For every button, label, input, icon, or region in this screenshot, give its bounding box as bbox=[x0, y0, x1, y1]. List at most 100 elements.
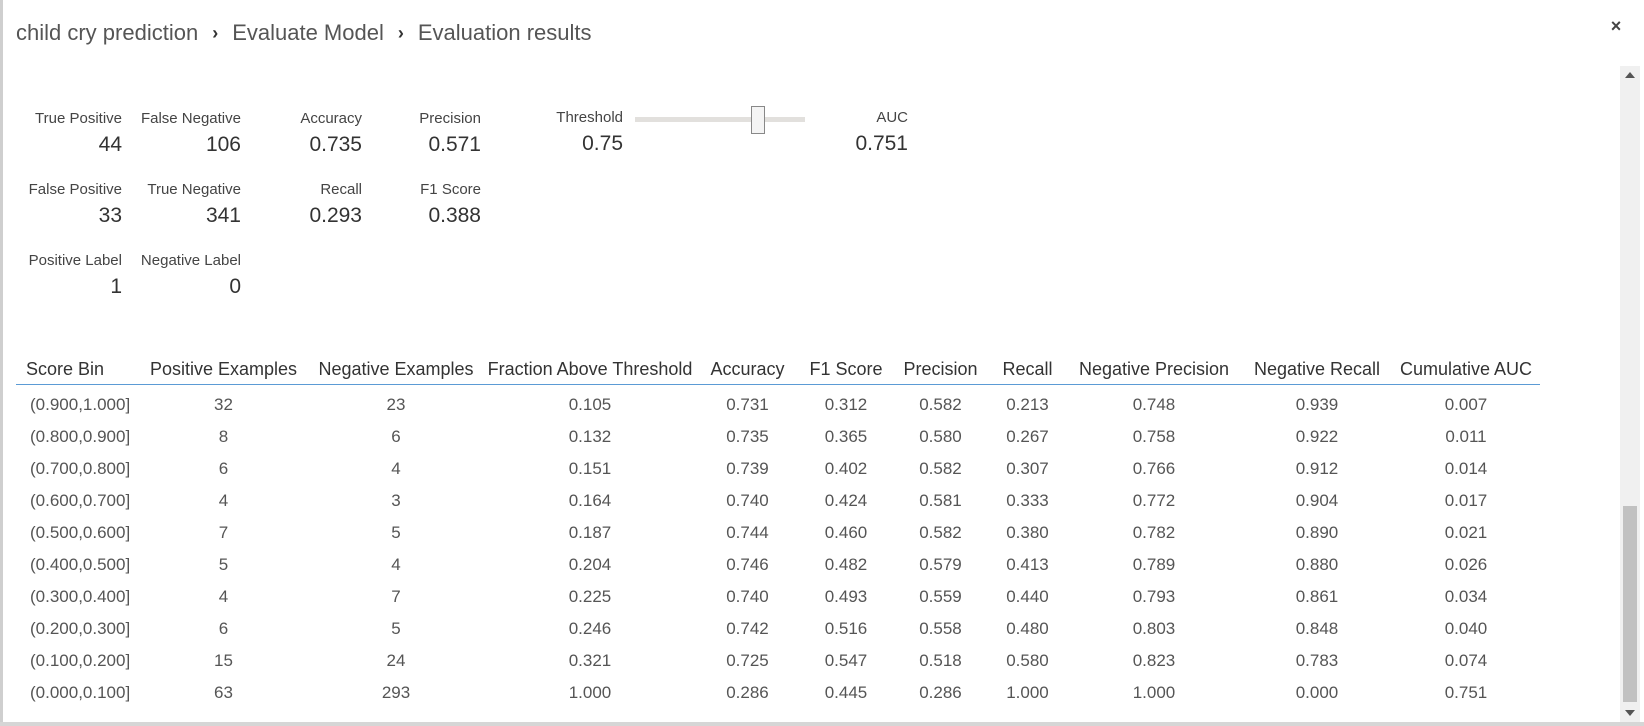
column-header[interactable]: Negative Recall bbox=[1242, 352, 1392, 385]
column-header[interactable]: Accuracy bbox=[695, 352, 800, 385]
metric-false-negative: False Negative 106 bbox=[136, 110, 241, 157]
breadcrumb-item-module[interactable]: Evaluate Model bbox=[232, 20, 384, 46]
table-cell: 0.904 bbox=[1295, 491, 1339, 510]
metric-value: 0.751 bbox=[855, 132, 908, 155]
slider-handle[interactable] bbox=[751, 106, 765, 134]
threshold-slider[interactable] bbox=[635, 106, 805, 134]
window-bottom-edge bbox=[0, 722, 1644, 726]
table-cell: 0.000 bbox=[1295, 683, 1339, 702]
table-row: (0.700,0.800] 6 4 0.151 0.739 0.402 0.582 0.307… bbox=[16, 453, 1540, 485]
column-header[interactable]: Negative Precision bbox=[1066, 352, 1242, 385]
score-bin-table: Score Bin Positive Examples Negative Examp… bbox=[16, 352, 1540, 709]
table-cell: (0.800,0.900] bbox=[30, 427, 131, 446]
table-cell: (0.700,0.800] bbox=[30, 459, 131, 478]
table-cell: 4 bbox=[218, 587, 229, 606]
table-cell: 0.793 bbox=[1132, 587, 1176, 606]
table-cell: 0.460 bbox=[824, 523, 868, 542]
close-icon[interactable]: × bbox=[1606, 14, 1626, 38]
slider-track[interactable] bbox=[635, 117, 805, 122]
table-cell: 4 bbox=[218, 491, 229, 510]
table-cell: 0.823 bbox=[1132, 651, 1176, 670]
column-header[interactable]: Positive Examples bbox=[140, 352, 307, 385]
table-cell: 0.151 bbox=[568, 459, 612, 478]
table-cell: 0.848 bbox=[1295, 619, 1339, 638]
metric-auc: AUC 0.751 bbox=[830, 109, 908, 156]
table-cell: (0.900,1.000] bbox=[30, 395, 131, 414]
scroll-down-arrow-icon[interactable] bbox=[1620, 704, 1640, 722]
table-cell: 0.307 bbox=[1006, 459, 1049, 478]
table-cell: 4 bbox=[391, 459, 401, 478]
table-cell: 7 bbox=[391, 587, 401, 606]
table-cell: (0.100,0.200] bbox=[30, 651, 131, 670]
table-cell: 5 bbox=[218, 555, 229, 574]
scrollbar-thumb[interactable] bbox=[1623, 506, 1637, 702]
table-cell: 0.321 bbox=[568, 651, 612, 670]
metric-label: Precision bbox=[419, 110, 481, 127]
table-cell: 0.413 bbox=[1006, 555, 1049, 574]
table-row: (0.800,0.900] 8 6 0.132 0.735 0.365 0.580 0.267… bbox=[16, 421, 1540, 453]
table-cell: 0.034 bbox=[1444, 587, 1488, 606]
metric-accuracy: Accuracy 0.735 bbox=[282, 110, 362, 157]
breadcrumb-item-experiment[interactable]: child cry prediction bbox=[16, 20, 198, 46]
column-header[interactable]: Score Bin bbox=[16, 352, 140, 385]
column-header[interactable]: Fraction Above Threshold bbox=[485, 352, 695, 385]
table-cell: 0.582 bbox=[919, 395, 962, 414]
column-header[interactable]: Recall bbox=[989, 352, 1066, 385]
metric-value: 0 bbox=[229, 275, 241, 298]
table-cell: 0.518 bbox=[919, 651, 962, 670]
table-cell: 15 bbox=[214, 651, 233, 670]
table-cell: 0.246 bbox=[568, 619, 612, 638]
table-cell: 0.516 bbox=[824, 619, 868, 638]
table-cell: 0.803 bbox=[1132, 619, 1176, 638]
table-cell: 0.746 bbox=[726, 555, 769, 574]
table-cell: 1.000 bbox=[1006, 683, 1049, 702]
table-cell: 0.735 bbox=[726, 427, 769, 446]
metric-label: Negative Label bbox=[140, 252, 241, 269]
table-cell: 0.402 bbox=[824, 459, 868, 478]
breadcrumb: child cry prediction › Evaluate Model › … bbox=[16, 16, 592, 50]
metric-value: 33 bbox=[98, 204, 122, 227]
table-cell: 6 bbox=[218, 459, 229, 478]
table-cell: 0.213 bbox=[1006, 395, 1049, 414]
table-cell: 0.739 bbox=[726, 459, 769, 478]
table-cell: (0.000,0.100] bbox=[30, 683, 131, 702]
table-cell: 0.380 bbox=[1006, 523, 1049, 542]
metric-value: 106 bbox=[205, 133, 241, 156]
metric-value: 0.293 bbox=[309, 204, 362, 227]
vertical-scrollbar[interactable] bbox=[1620, 66, 1640, 722]
column-header[interactable]: Precision bbox=[892, 352, 989, 385]
table-cell: 0.267 bbox=[1006, 427, 1049, 446]
table-cell: 0.922 bbox=[1295, 427, 1339, 446]
table-cell: 5 bbox=[391, 619, 401, 638]
metric-value: 0.388 bbox=[428, 204, 481, 227]
metric-false-positive: False Positive 33 bbox=[28, 181, 122, 228]
scroll-up-arrow-icon[interactable] bbox=[1620, 66, 1640, 84]
table-cell: 0.582 bbox=[919, 459, 962, 478]
metric-value: 44 bbox=[98, 133, 122, 156]
table-cell: 0.007 bbox=[1444, 395, 1488, 414]
metric-label: False Negative bbox=[140, 110, 241, 127]
column-header[interactable]: F1 Score bbox=[800, 352, 892, 385]
table-cell: 0.365 bbox=[824, 427, 868, 446]
window-left-edge bbox=[0, 0, 3, 726]
table-cell: 0.772 bbox=[1132, 491, 1176, 510]
metric-label: Accuracy bbox=[300, 110, 362, 127]
metric-label: Positive Label bbox=[28, 252, 122, 269]
metric-negative-label: Negative Label 0 bbox=[132, 252, 241, 299]
table-cell: 0.861 bbox=[1295, 587, 1339, 606]
table-row: (0.500,0.600] 7 5 0.187 0.744 0.460 0.582 0.380… bbox=[16, 517, 1540, 549]
table-cell: 6 bbox=[218, 619, 229, 638]
metric-label: False Positive bbox=[28, 181, 122, 198]
metric-f1-score: F1 Score 0.388 bbox=[400, 181, 481, 228]
table-cell: (0.500,0.600] bbox=[30, 523, 131, 542]
table-cell: 0.225 bbox=[568, 587, 612, 606]
table-cell: 0.880 bbox=[1295, 555, 1339, 574]
table-row: (0.300,0.400] 4 7 0.225 0.740 0.493 0.559 0.440… bbox=[16, 581, 1540, 613]
table-cell: 0.580 bbox=[919, 427, 962, 446]
table-cell: 1.000 bbox=[1132, 683, 1176, 702]
table-cell: 0.579 bbox=[919, 555, 962, 574]
column-header[interactable]: Cumulative AUC bbox=[1392, 352, 1540, 385]
column-header[interactable]: Negative Examples bbox=[307, 352, 485, 385]
table-cell: 0.014 bbox=[1444, 459, 1488, 478]
metric-true-negative: True Negative 341 bbox=[136, 181, 241, 228]
